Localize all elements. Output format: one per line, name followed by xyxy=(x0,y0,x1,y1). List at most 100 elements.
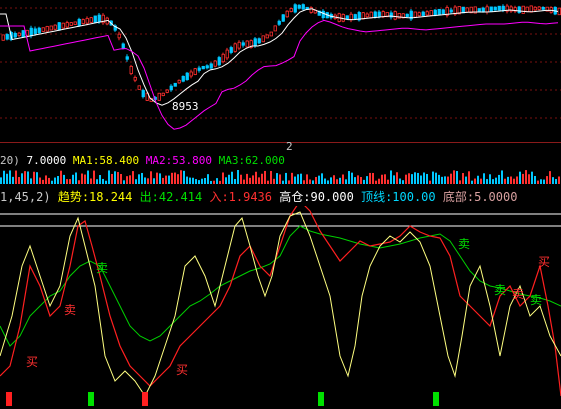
candle-body xyxy=(93,15,97,23)
volume-bar xyxy=(213,180,215,184)
volume-bar xyxy=(198,180,200,184)
volume-bar xyxy=(84,174,86,184)
candle-body xyxy=(165,89,169,93)
candle-body xyxy=(29,27,33,37)
volume-bar xyxy=(279,174,281,184)
indicator-top-line: 顶线:100.00 xyxy=(361,190,436,204)
candle-body xyxy=(89,17,93,23)
candle-body xyxy=(213,60,217,67)
candle-body xyxy=(49,25,53,31)
volume-bar xyxy=(498,174,500,184)
candle-body xyxy=(381,11,385,18)
volume-bar xyxy=(81,173,83,184)
volume-bar xyxy=(171,172,173,184)
volume-bar xyxy=(537,180,539,184)
volume-bar xyxy=(390,170,392,184)
candle-body xyxy=(429,10,433,16)
candle-body xyxy=(321,10,325,18)
volume-bar xyxy=(291,172,293,184)
volume-bar xyxy=(21,173,23,184)
signal-bar xyxy=(88,392,94,406)
volume-bar xyxy=(111,173,113,184)
candle-body xyxy=(221,53,225,63)
price-chart-panel[interactable]: 8953 xyxy=(0,0,561,142)
volume-bar xyxy=(540,179,542,184)
candle-body xyxy=(81,19,85,24)
volume-bar xyxy=(465,176,467,184)
volume-bar xyxy=(231,171,233,184)
volume-bar xyxy=(456,171,458,184)
volume-bar xyxy=(114,171,116,184)
candle-body xyxy=(241,42,245,46)
volume-bar xyxy=(489,174,491,184)
volume-bar xyxy=(525,170,527,184)
volume-bar xyxy=(423,172,425,184)
volume-bar xyxy=(546,176,548,184)
volume-bar xyxy=(309,179,311,184)
volume-bar xyxy=(12,176,14,184)
volume-bar xyxy=(33,171,35,184)
signal-bar xyxy=(318,392,324,406)
volume-bar xyxy=(339,177,341,184)
volume-bar xyxy=(381,174,383,184)
volume-bar xyxy=(378,178,380,184)
volume-bar xyxy=(219,180,221,184)
volume-bar xyxy=(141,172,143,184)
volume-bar xyxy=(501,170,503,184)
volume-bar xyxy=(402,180,404,184)
volume-bar xyxy=(549,171,551,184)
signal-label: 卖 xyxy=(530,293,542,307)
volume-bar xyxy=(453,170,455,184)
volume-bar xyxy=(351,172,353,184)
candle-body xyxy=(169,85,173,91)
volume-bar xyxy=(483,173,485,184)
candle-body xyxy=(137,85,141,90)
signal-label: 买 xyxy=(538,255,550,269)
trend-line xyxy=(0,211,561,397)
low-price-label: 8953 xyxy=(172,100,199,113)
candle-body xyxy=(413,11,417,18)
volume-bar xyxy=(210,180,212,184)
volume-bar xyxy=(327,180,329,184)
candlestick-chart: 8953 xyxy=(0,3,561,130)
candle-body xyxy=(41,27,45,32)
candle-body xyxy=(377,11,381,17)
volume-bar xyxy=(543,179,545,184)
indicator-chart-panel[interactable]: 买卖卖买卖卖卖卖买 xyxy=(0,200,561,406)
volume-bar xyxy=(534,175,536,184)
volume-bar xyxy=(123,180,125,184)
volume-bar xyxy=(504,178,506,184)
volume-bar xyxy=(30,178,32,184)
candle-body xyxy=(281,14,285,22)
indicator-chart: 买卖卖买卖卖卖卖买 xyxy=(0,200,561,406)
volume-bar xyxy=(66,179,68,184)
candle-body xyxy=(201,65,205,70)
indicator-out: 出:42.414 xyxy=(139,190,203,204)
volume-bar xyxy=(252,175,254,184)
signal-label: 卖 xyxy=(96,261,108,275)
candle-body xyxy=(73,21,77,25)
candle-body xyxy=(437,8,441,16)
volume-bar xyxy=(234,179,236,184)
volume-bar xyxy=(186,176,188,184)
candle-body xyxy=(237,41,241,49)
volume-bar xyxy=(195,179,197,184)
volume-bar xyxy=(444,176,446,184)
candle-body xyxy=(189,71,193,77)
candle-body xyxy=(465,7,469,13)
candle-body xyxy=(245,40,249,48)
moving-average-magenta xyxy=(0,19,559,130)
volume-bar xyxy=(102,178,104,184)
indicator-trend: 趋势:18.244 xyxy=(57,190,133,204)
candle-body xyxy=(497,5,501,11)
volume-bar xyxy=(363,179,365,184)
volume-bar xyxy=(246,173,248,184)
volume-chart-panel[interactable] xyxy=(0,168,561,184)
signal-label: 卖 xyxy=(512,287,524,301)
volume-header: 20) 7.0000 MA1:58.400 MA2:53.800 MA3:62.… xyxy=(0,154,285,168)
volume-bar xyxy=(192,177,194,184)
volume-bar xyxy=(372,172,374,184)
candle-body xyxy=(209,63,213,69)
candle-body xyxy=(417,12,421,17)
volume-ma2: MA2:53.800 xyxy=(145,154,212,167)
